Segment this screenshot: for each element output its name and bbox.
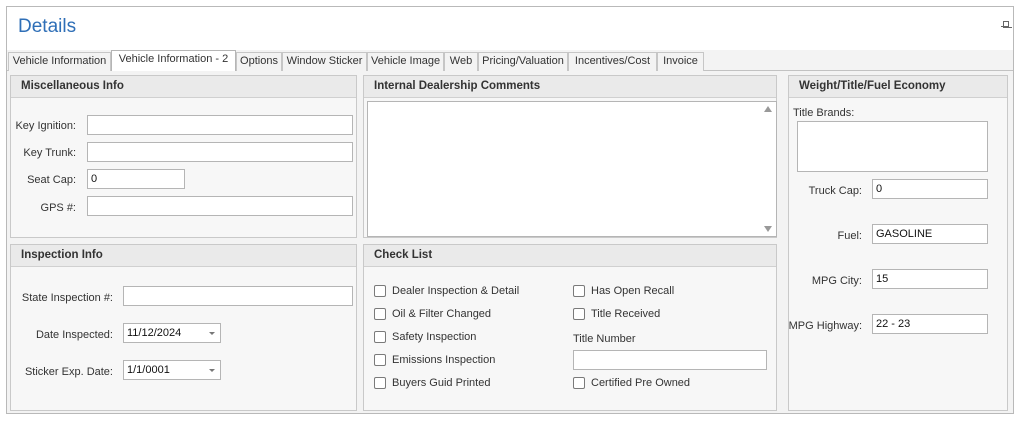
key-trunk-label: Key Trunk: [23, 147, 76, 159]
inspection-info-group: Inspection Info State Inspection #: Date… [10, 244, 357, 411]
comments-header: Internal Dealership Comments [364, 76, 776, 98]
comments-group: Internal Dealership Comments [363, 75, 777, 238]
seat-cap-label: Seat Cap: [27, 174, 76, 186]
misc-info-group: Miscellaneous Info Key Ignition: Key Tru… [10, 75, 357, 238]
buyers-guid-checkbox[interactable]: Buyers Guid Printed [374, 377, 490, 389]
safety-inspection-checkbox[interactable]: Safety Inspection [374, 331, 476, 343]
mpg-highway-label: MPG Highway: [788, 320, 862, 332]
comments-textarea[interactable] [367, 101, 777, 237]
scroll-up-icon[interactable] [764, 106, 772, 112]
mpg-highway-input[interactable] [872, 314, 988, 334]
title-received-checkbox[interactable]: Title Received [573, 308, 660, 320]
inspection-info-header: Inspection Info [11, 245, 356, 267]
oil-filter-checkbox[interactable]: Oil & Filter Changed [374, 308, 491, 320]
tab-strip: Vehicle Information Vehicle Information … [7, 50, 1013, 72]
key-ignition-label: Key Ignition: [15, 120, 76, 132]
fuel-label: Fuel: [837, 230, 862, 242]
truck-cap-label: Truck Cap: [808, 185, 862, 197]
pin-icon[interactable] [1001, 21, 1009, 31]
fuel-input[interactable] [872, 224, 988, 244]
key-trunk-input[interactable] [87, 142, 353, 162]
check-list-header: Check List [364, 245, 776, 267]
date-inspected-label: Date Inspected: [35, 329, 113, 341]
title-number-label: Title Number [573, 333, 636, 345]
tab-content: Miscellaneous Info Key Ignition: Key Tru… [7, 71, 1013, 413]
title-brands-label: Title Brands: [793, 107, 855, 119]
dealer-inspection-checkbox[interactable]: Dealer Inspection & Detail [374, 285, 519, 297]
emissions-inspection-checkbox[interactable]: Emissions Inspection [374, 354, 495, 366]
gps-input[interactable] [87, 196, 353, 216]
state-inspection-label: State Inspection #: [21, 292, 113, 304]
check-list-group: Check List Dealer Inspection & Detail Oi… [363, 244, 777, 411]
scroll-down-icon[interactable] [764, 226, 772, 232]
weight-title-fuel-header: Weight/Title/Fuel Economy [789, 76, 1007, 98]
title-number-input[interactable] [573, 350, 767, 370]
chevron-down-icon[interactable] [209, 332, 215, 335]
sticker-exp-picker[interactable]: 1/1/0001 [123, 360, 221, 380]
page-title: Details [18, 16, 77, 37]
tab-pricing-valuation[interactable]: Pricing/Valuation [478, 52, 568, 71]
misc-info-header: Miscellaneous Info [11, 76, 356, 98]
mpg-city-label: MPG City: [811, 275, 862, 287]
tab-vehicle-information[interactable]: Vehicle Information [8, 52, 111, 71]
has-open-recall-checkbox[interactable]: Has Open Recall [573, 285, 674, 297]
sticker-exp-label: Sticker Exp. Date: [24, 366, 113, 378]
mpg-city-input[interactable] [872, 269, 988, 289]
date-inspected-picker[interactable]: 11/12/2024 [123, 323, 221, 343]
certified-pre-owned-checkbox[interactable]: Certified Pre Owned [573, 377, 690, 389]
tab-vehicle-information-2[interactable]: Vehicle Information - 2 [111, 50, 236, 72]
weight-title-fuel-group: Weight/Title/Fuel Economy Title Brands: … [788, 75, 1008, 411]
chevron-down-icon[interactable] [209, 369, 215, 372]
truck-cap-input[interactable] [872, 179, 988, 199]
gps-label: GPS #: [40, 202, 76, 214]
tab-options[interactable]: Options [236, 52, 282, 71]
tab-incentives-cost[interactable]: Incentives/Cost [568, 52, 657, 71]
key-ignition-input[interactable] [87, 115, 353, 135]
state-inspection-input[interactable] [123, 286, 353, 306]
tab-web[interactable]: Web [444, 52, 478, 71]
title-brands-list[interactable] [797, 121, 988, 172]
tab-vehicle-image[interactable]: Vehicle Image [367, 52, 444, 71]
seat-cap-input[interactable] [87, 169, 185, 189]
details-window: Details Vehicle Information Vehicle Info… [6, 6, 1014, 414]
tab-window-sticker[interactable]: Window Sticker [282, 52, 367, 71]
tab-invoice[interactable]: Invoice [657, 52, 704, 71]
